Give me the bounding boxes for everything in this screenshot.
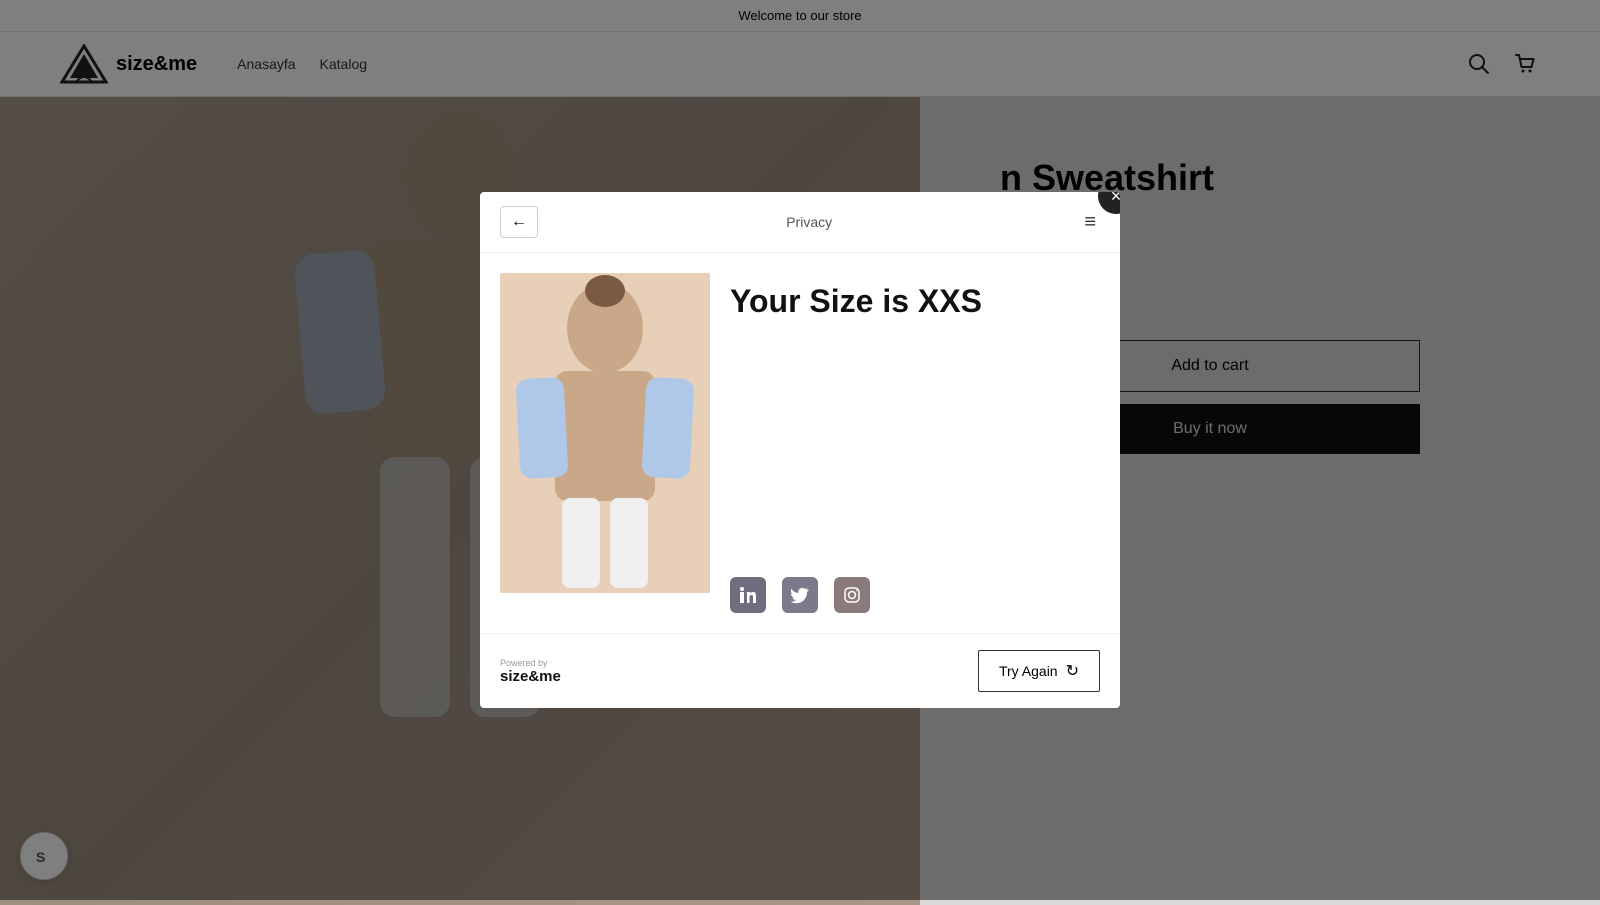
- modal-content-right: Your Size is XXS: [730, 273, 1100, 613]
- modal-product-thumbnail: [500, 273, 710, 593]
- thumbnail-figure-icon: [500, 273, 710, 593]
- close-icon: ×: [1111, 192, 1120, 205]
- social-icons: [730, 517, 1100, 613]
- refresh-icon: ↻: [1066, 661, 1079, 681]
- back-icon: ←: [511, 213, 527, 231]
- modal-header: ← Privacy ≡: [480, 192, 1120, 253]
- try-again-button[interactable]: Try Again ↻: [978, 650, 1100, 692]
- powered-by: Powered by size&me: [500, 658, 561, 685]
- size-result-modal: × ← Privacy ≡: [480, 192, 1120, 708]
- size-result-title: Your Size is XXS: [730, 283, 1100, 320]
- modal-menu-button[interactable]: ≡: [1080, 208, 1100, 236]
- powered-by-brand: size&me: [500, 668, 561, 685]
- linkedin-icon[interactable]: [730, 577, 766, 613]
- modal-privacy-label: Privacy: [786, 214, 832, 230]
- twitter-icon[interactable]: [782, 577, 818, 613]
- powered-by-label: Powered by: [500, 658, 561, 668]
- try-again-label: Try Again: [999, 663, 1058, 679]
- twitter-logo-icon: [790, 585, 810, 605]
- linkedin-logo-icon: [738, 585, 758, 605]
- modal-back-button[interactable]: ←: [500, 206, 538, 238]
- modal-overlay: × ← Privacy ≡: [0, 0, 1600, 900]
- modal-body: Your Size is XXS: [480, 253, 1120, 633]
- menu-icon: ≡: [1084, 211, 1096, 233]
- instagram-logo-icon: [842, 585, 862, 605]
- modal-footer: Powered by size&me Try Again ↻: [480, 633, 1120, 708]
- instagram-icon[interactable]: [834, 577, 870, 613]
